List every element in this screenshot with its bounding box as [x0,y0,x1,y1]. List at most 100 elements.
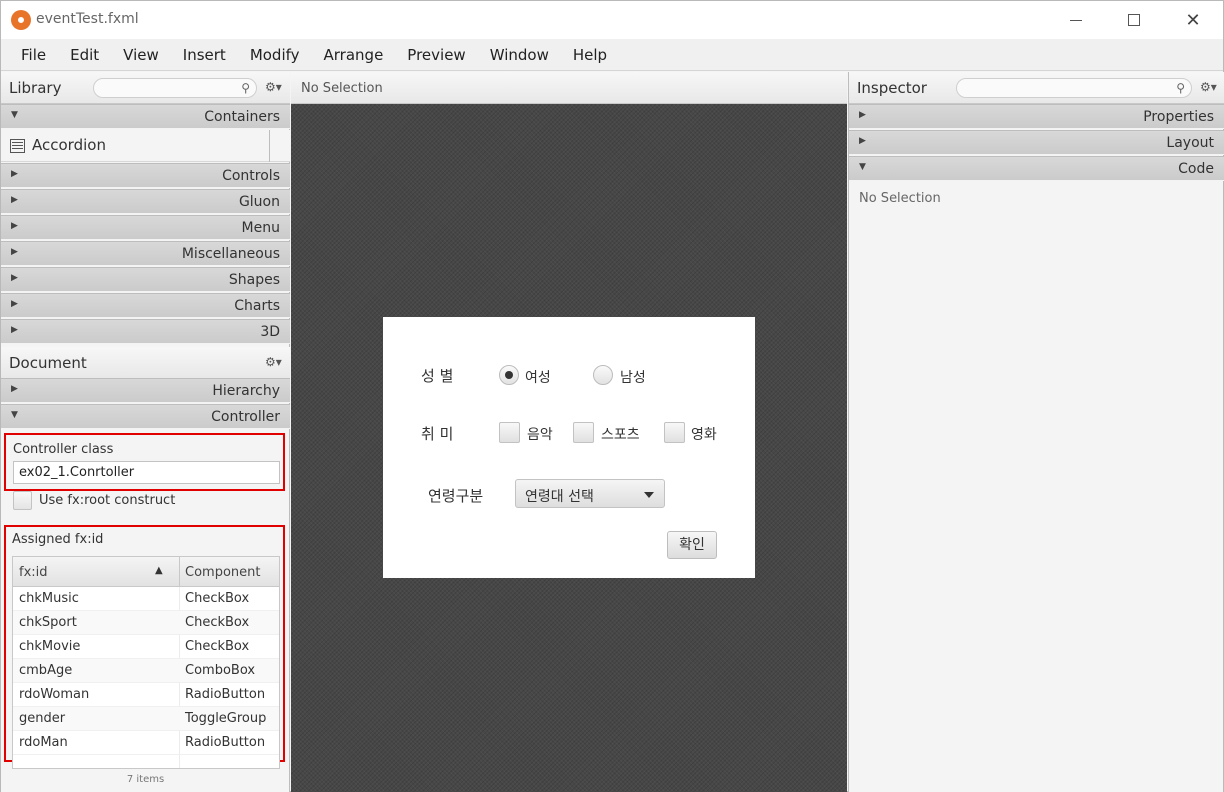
cell-component: RadioButton [185,735,266,750]
minimize-button[interactable] [1047,1,1105,39]
inspector-search-input[interactable]: ⚲ [956,78,1192,98]
selection-status: No Selection [301,81,383,96]
column-header-fxid[interactable]: fx:id [19,565,48,580]
section-label: Shapes [228,272,280,288]
section-menu[interactable]: ▶ Menu [1,215,290,240]
radio-male[interactable] [593,365,613,385]
table-row[interactable]: rdoMan RadioButton [13,731,279,755]
section-label: Layout [1166,135,1214,151]
section-containers[interactable]: ▼ Containers [1,104,290,129]
collapsed-arrow-icon: ▶ [11,325,18,335]
section-miscellaneous[interactable]: ▶ Miscellaneous [1,241,290,266]
library-search-input[interactable]: ⚲ [93,78,257,98]
section-properties[interactable]: ▶ Properties [849,104,1224,129]
table-row[interactable]: chkSport CheckBox [13,611,279,635]
cell-fxid: chkMovie [19,639,81,654]
cell-fxid: chkSport [19,615,77,630]
cell-component: RadioButton [185,687,266,702]
title-bar: eventTest.fxml ✕ [1,1,1223,39]
radio-female[interactable] [499,365,519,385]
checkbox-sports[interactable] [573,422,594,443]
document-gear-icon[interactable]: ⚙▾ [265,355,282,369]
collapsed-arrow-icon: ▶ [11,299,18,309]
menu-preview[interactable]: Preview [407,46,465,64]
checkbox-movie[interactable] [664,422,685,443]
maximize-button[interactable] [1105,1,1163,39]
close-button[interactable]: ✕ [1164,1,1222,39]
accordion-icon [10,139,25,153]
chevron-down-icon [644,492,654,498]
sort-ascending-icon[interactable]: ▲ [155,565,163,576]
maximize-icon [1128,14,1140,26]
section-label: Containers [204,109,280,125]
collapsed-arrow-icon: ▶ [11,195,18,205]
cell-component: ComboBox [185,663,256,678]
inspector-gear-icon[interactable]: ⚙▾ [1200,80,1217,94]
section-label: Code [1178,161,1214,177]
section-code[interactable]: ▼ Code [849,156,1224,181]
hobby-label: 취 미 [421,425,454,443]
controller-class-label: Controller class [13,442,114,457]
section-controls[interactable]: ▶ Controls [1,163,290,188]
library-item-label: Accordion [32,136,106,154]
collapsed-arrow-icon: ▶ [11,384,18,394]
radio-female-label: 여성 [525,370,551,386]
form-preview[interactable]: 성 별 여성 남성 취 미 음악 스포츠 영화 연령구분 연령대 선택 확인 [383,317,755,578]
cell-component: CheckBox [185,615,250,630]
table-row[interactable]: rdoWoman RadioButton [13,683,279,707]
column-divider [179,557,180,587]
minimize-icon [1070,19,1082,21]
checkbox-movie-label: 영화 [691,427,717,443]
left-panel: Library ⚲ ⚙▾ ▼ Containers Accordion ▶ Co… [1,72,290,792]
menu-window[interactable]: Window [490,46,549,64]
section-gluon[interactable]: ▶ Gluon [1,189,290,214]
search-icon: ⚲ [241,81,250,95]
menu-view[interactable]: View [123,46,159,64]
fxid-table: fx:id ▲ Component chkMusic CheckBox chkS… [12,556,280,769]
column-header-component[interactable]: Component [185,565,260,580]
checkbox-sports-label: 스포츠 [601,427,640,443]
library-item-accordion[interactable]: Accordion [1,130,290,162]
collapsed-arrow-icon: ▶ [11,169,18,179]
section-label: Charts [234,298,280,314]
section-label: Gluon [238,194,280,210]
divider [269,130,270,162]
collapsed-arrow-icon: ▶ [11,221,18,231]
section-label: Hierarchy [212,383,280,399]
expanded-arrow-icon: ▼ [11,410,18,420]
table-row[interactable]: gender ToggleGroup [13,707,279,731]
content-header: No Selection [291,72,847,104]
menu-modify[interactable]: Modify [250,46,300,64]
controller-class-input[interactable]: ex02_1.Conrtoller [13,461,280,484]
search-icon: ⚲ [1176,81,1185,95]
use-fx-root-checkbox[interactable] [13,491,32,510]
section-label: Properties [1143,109,1214,125]
window-title: eventTest.fxml [36,11,139,27]
menu-edit[interactable]: Edit [70,46,99,64]
section-hierarchy[interactable]: ▶ Hierarchy [1,378,290,403]
menu-bar: File Edit View Insert Modify Arrange Pre… [1,39,1223,71]
document-title: Document [9,354,87,372]
section-layout[interactable]: ▶ Layout [849,130,1224,155]
document-header: Document ⚙▾ [1,347,290,379]
table-row[interactable]: chkMovie CheckBox [13,635,279,659]
table-row[interactable]: chkMusic CheckBox [13,587,279,611]
gender-label: 성 별 [421,367,454,385]
section-shapes[interactable]: ▶ Shapes [1,267,290,292]
age-combobox[interactable]: 연령대 선택 [515,479,665,508]
library-gear-icon[interactable]: ⚙▾ [265,80,282,94]
menu-file[interactable]: File [21,46,46,64]
collapsed-arrow-icon: ▶ [11,247,18,257]
ok-button[interactable]: 확인 [667,531,717,559]
section-charts[interactable]: ▶ Charts [1,293,290,318]
menu-insert[interactable]: Insert [183,46,226,64]
cell-component: CheckBox [185,591,250,606]
checkbox-music[interactable] [499,422,520,443]
section-label: Menu [241,220,280,236]
menu-arrange[interactable]: Arrange [324,46,384,64]
section-3d[interactable]: ▶ 3D [1,319,290,344]
section-controller[interactable]: ▼ Controller [1,404,290,429]
expanded-arrow-icon: ▼ [859,162,866,172]
table-row[interactable]: cmbAge ComboBox [13,659,279,683]
menu-help[interactable]: Help [573,46,607,64]
